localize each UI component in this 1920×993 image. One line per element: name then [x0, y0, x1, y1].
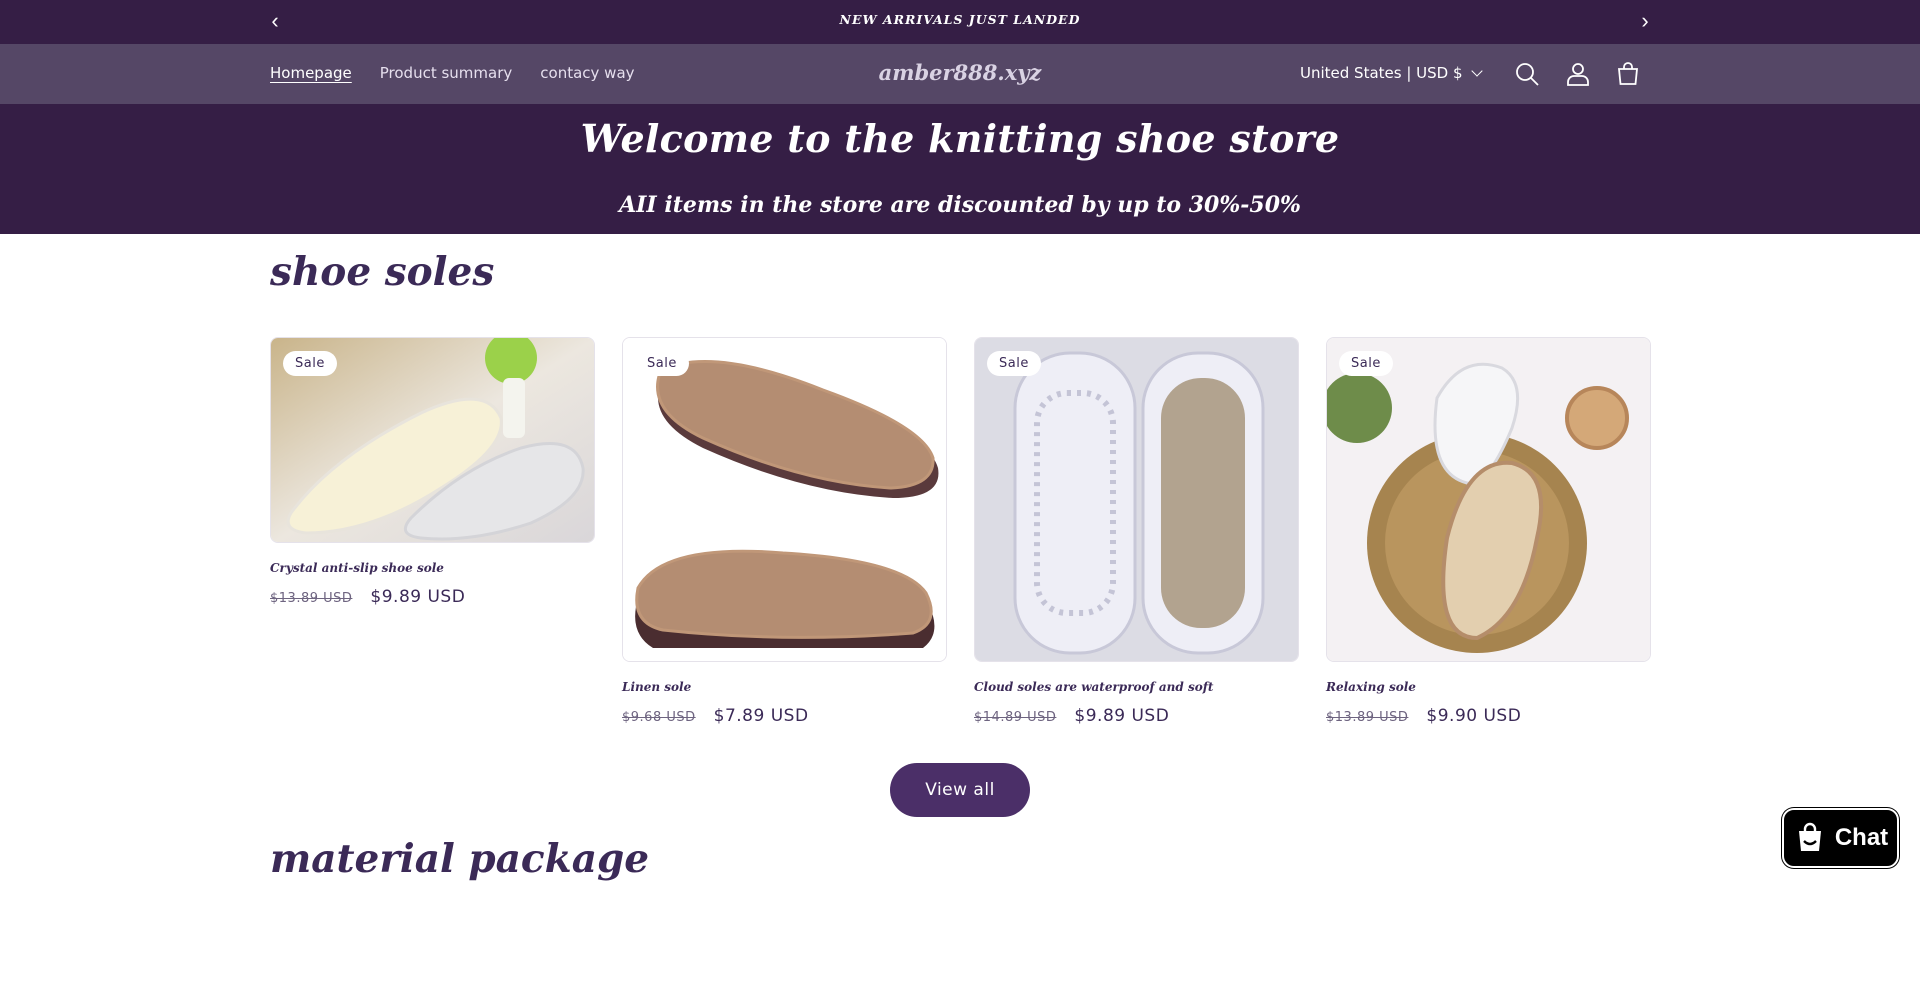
product-card[interactable]: Sale Relaxing sole $13.89 USD $9.90 USD: [1326, 337, 1651, 726]
shopping-bag-icon: [1798, 822, 1821, 851]
account-icon[interactable]: [1564, 60, 1592, 88]
search-icon[interactable]: [1513, 60, 1541, 88]
nav-contact-way[interactable]: contacy way: [540, 64, 634, 82]
view-all-button[interactable]: View all: [890, 763, 1030, 817]
announcement-bar: ‹ NEW ARRIVALS JUST LANDED ›: [0, 0, 1920, 44]
regular-price: $13.89 USD: [1326, 710, 1409, 725]
product-image[interactable]: Sale: [974, 337, 1299, 662]
product-price: $9.68 USD $7.89 USD: [622, 706, 947, 726]
product-price: $13.89 USD $9.89 USD: [270, 587, 595, 607]
sale-price: $7.89 USD: [713, 706, 809, 726]
country-selector[interactable]: United States | USD $: [1300, 64, 1483, 82]
chat-button[interactable]: Chat: [1782, 808, 1899, 868]
product-title[interactable]: Cloud soles are waterproof and soft: [974, 680, 1299, 694]
sale-price: $9.89 USD: [370, 587, 466, 607]
chat-label: Chat: [1834, 824, 1889, 851]
chevron-down-icon: [1470, 65, 1483, 77]
product-title[interactable]: Crystal anti-slip shoe sole: [270, 561, 595, 575]
product-image[interactable]: Sale: [622, 337, 947, 662]
regular-price: $13.89 USD: [270, 591, 353, 606]
sale-price: $9.90 USD: [1426, 706, 1522, 726]
announcement-message: NEW ARRIVALS JUST LANDED: [839, 12, 1081, 27]
country-label: United States | USD $: [1300, 64, 1463, 82]
product-price: $13.89 USD $9.90 USD: [1326, 706, 1651, 726]
sale-badge: Sale: [283, 351, 337, 376]
sale-badge: Sale: [987, 351, 1041, 376]
nav-homepage[interactable]: Homepage: [270, 64, 352, 82]
section-title-shoe-soles: shoe soles: [270, 249, 495, 295]
product-title[interactable]: Relaxing sole: [1326, 680, 1651, 694]
cart-icon[interactable]: [1614, 60, 1642, 88]
nav-product-summary[interactable]: Product summary: [380, 64, 513, 82]
product-title[interactable]: Linen sole: [622, 680, 947, 694]
chevron-right-icon[interactable]: ›: [1633, 10, 1657, 34]
product-price: $14.89 USD $9.89 USD: [974, 706, 1299, 726]
sale-price: $9.89 USD: [1074, 706, 1170, 726]
regular-price: $14.89 USD: [974, 710, 1057, 725]
product-card[interactable]: Sale Crystal anti-slip shoe sole $13.89 …: [270, 337, 595, 607]
main-nav: Homepage Product summary contacy way: [270, 64, 635, 82]
hero-subtitle: AII items in the store are discounted by…: [619, 192, 1301, 218]
product-card[interactable]: Sale Linen sole $9.68 USD $7.89 USD: [622, 337, 947, 726]
sale-badge: Sale: [1339, 351, 1393, 376]
hero-title: Welcome to the knitting shoe store: [580, 116, 1340, 161]
site-header: Homepage Product summary contacy way amb…: [0, 44, 1920, 104]
product-card[interactable]: Sale Cloud soles are waterproof and soft…: [974, 337, 1299, 726]
product-image[interactable]: Sale: [270, 337, 595, 543]
hero-banner: Welcome to the knitting shoe store AII i…: [0, 104, 1920, 234]
sale-badge: Sale: [635, 351, 689, 376]
section-title-material-package: material package: [270, 836, 650, 882]
regular-price: $9.68 USD: [622, 710, 696, 725]
product-image[interactable]: Sale: [1326, 337, 1651, 662]
